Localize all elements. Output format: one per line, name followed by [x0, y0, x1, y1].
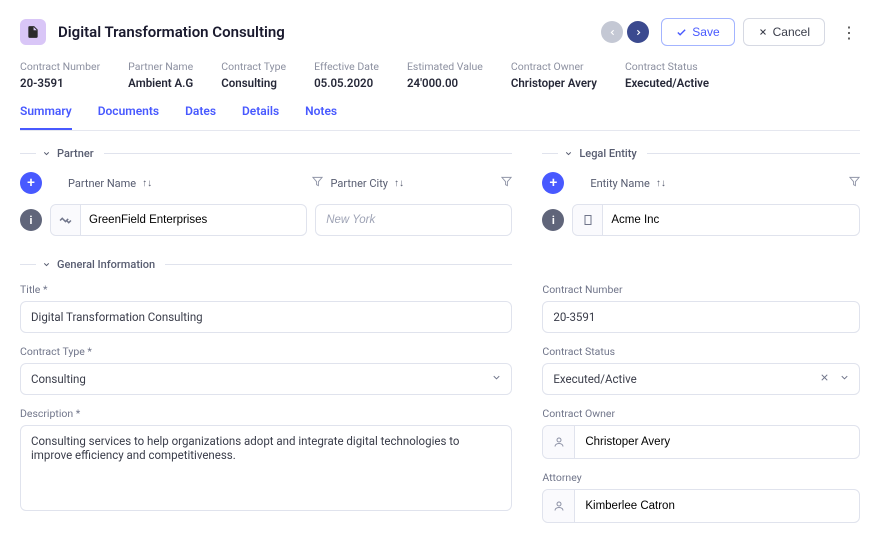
column-header[interactable]: Entity Name: [590, 177, 649, 190]
add-entity-button[interactable]: +: [542, 172, 564, 194]
meta-label: Effective Date: [314, 60, 379, 73]
meta-label: Contract Type: [221, 60, 286, 73]
handshake-icon: [51, 205, 81, 235]
legal-section-header[interactable]: Legal Entity: [542, 147, 860, 160]
meta-label: Contract Owner: [511, 60, 597, 73]
meta-label: Estimated Value: [407, 60, 483, 73]
prev-button[interactable]: [601, 21, 623, 43]
person-icon: [543, 426, 575, 458]
tab-notes[interactable]: Notes: [305, 104, 337, 130]
meta-value: Executed/Active: [625, 76, 709, 90]
close-icon: [758, 27, 768, 37]
sort-icon[interactable]: ↑↓: [394, 178, 404, 189]
contract-type-select[interactable]: [20, 363, 512, 395]
save-label: Save: [692, 25, 719, 39]
filter-icon[interactable]: [312, 176, 323, 190]
chevron-down-icon: [42, 260, 51, 269]
contract-type-label: Contract Type *: [20, 345, 512, 358]
meta-label: Partner Name: [128, 60, 193, 73]
section-title: Partner: [57, 147, 94, 160]
partner-city-input[interactable]: [315, 204, 512, 236]
meta-row: Contract Number 20-3591 Partner Name Ambie…: [20, 60, 860, 90]
attorney-input[interactable]: [542, 489, 860, 523]
chevron-down-icon: [42, 149, 51, 158]
general-section-header[interactable]: General Information: [20, 258, 512, 271]
meta-value: Ambient A.G: [128, 76, 193, 90]
save-button[interactable]: Save: [661, 18, 734, 46]
meta-label: Contract Status: [625, 60, 709, 73]
meta-value: 20-3591: [20, 76, 100, 90]
building-icon: [573, 205, 603, 235]
more-menu-icon[interactable]: ⋮: [837, 23, 860, 42]
person-icon: [543, 490, 575, 522]
meta-value: Consulting: [221, 76, 286, 90]
clear-icon[interactable]: [819, 372, 830, 386]
title-label: Title *: [20, 283, 512, 296]
row-info-button[interactable]: i: [20, 209, 42, 231]
next-button[interactable]: [627, 21, 649, 43]
row-info-button[interactable]: i: [542, 209, 564, 231]
partner-section-header[interactable]: Partner: [20, 147, 512, 160]
partner-name-input[interactable]: [50, 204, 307, 236]
contract-number-input[interactable]: [542, 301, 860, 333]
cancel-button[interactable]: Cancel: [743, 18, 825, 46]
tab-details[interactable]: Details: [242, 104, 279, 130]
contract-number-label: Contract Number: [542, 283, 860, 296]
filter-icon[interactable]: [849, 176, 860, 190]
meta-label: Contract Number: [20, 60, 100, 73]
title-input[interactable]: [20, 301, 512, 333]
page-title: Digital Transformation Consulting: [58, 23, 601, 41]
section-title: Legal Entity: [579, 147, 636, 160]
entity-name-input[interactable]: [572, 204, 860, 236]
check-icon: [676, 27, 687, 38]
meta-value: 05.05.2020: [314, 76, 379, 90]
contract-status-label: Contract Status: [542, 345, 860, 358]
contract-owner-label: Contract Owner: [542, 407, 860, 420]
sort-icon[interactable]: ↑↓: [142, 178, 152, 189]
tab-summary[interactable]: Summary: [20, 104, 72, 130]
description-textarea[interactable]: [20, 425, 512, 511]
column-header[interactable]: Partner Name: [68, 177, 136, 190]
meta-value: 24'000.00: [407, 76, 483, 90]
document-icon: [20, 19, 46, 45]
add-partner-button[interactable]: +: [20, 172, 42, 194]
contract-status-select[interactable]: [542, 363, 860, 395]
sort-icon[interactable]: ↑↓: [656, 178, 666, 189]
cancel-label: Cancel: [773, 25, 810, 39]
description-label: Description *: [20, 407, 512, 420]
tab-documents[interactable]: Documents: [98, 104, 159, 130]
section-title: General Information: [57, 258, 155, 271]
contract-owner-input[interactable]: [542, 425, 860, 459]
column-header[interactable]: Partner City: [331, 177, 388, 190]
meta-value: Christoper Avery: [511, 76, 597, 90]
chevron-down-icon: [564, 149, 573, 158]
tab-dates[interactable]: Dates: [185, 104, 216, 130]
filter-icon[interactable]: [501, 176, 512, 190]
attorney-label: Attorney: [542, 471, 860, 484]
